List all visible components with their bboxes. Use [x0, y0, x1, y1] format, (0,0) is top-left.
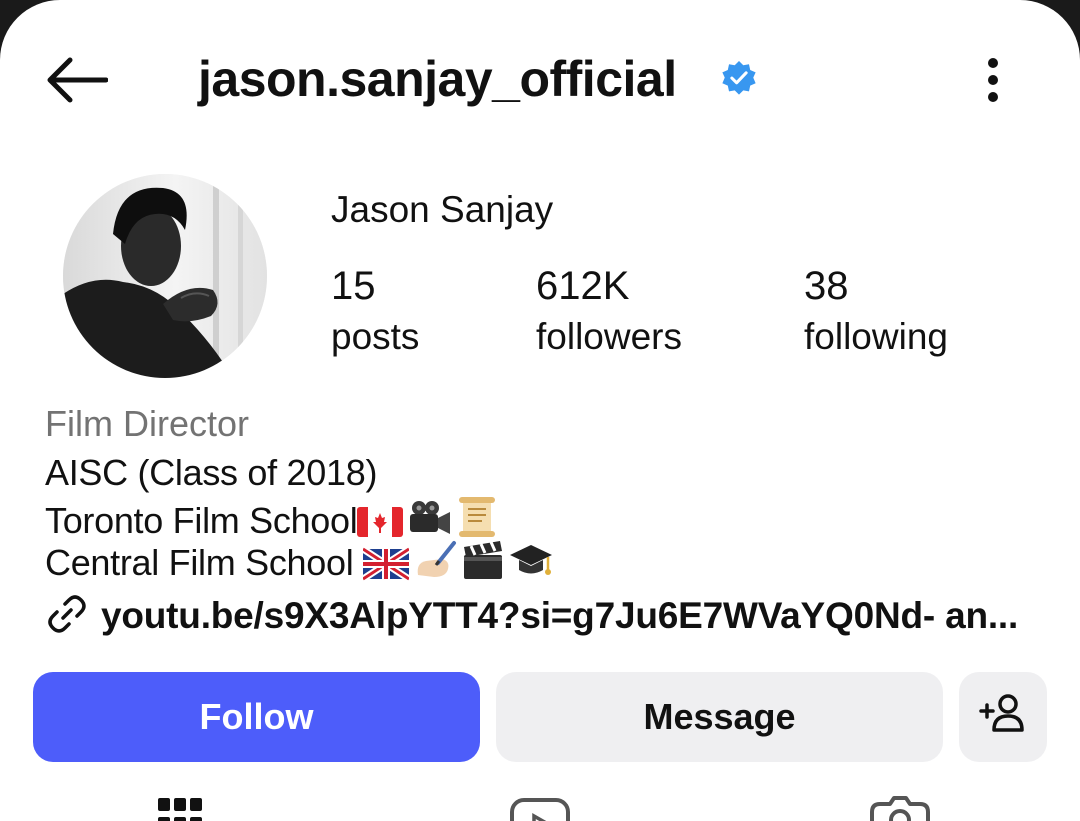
tagged-icon [868, 790, 932, 821]
profile-link[interactable]: youtu.be/s9X3AlpYTT4?si=g7Ju6E7WVaYQ0Nd-… [45, 592, 1018, 640]
profile-display-name: Jason Sanjay [331, 189, 554, 230]
graduation-cap-icon [508, 541, 554, 591]
reels-icon [508, 790, 572, 821]
uk-flag-icon [361, 546, 412, 591]
stat-followers-label: followers [536, 316, 682, 357]
tab-reels[interactable] [505, 790, 575, 821]
clapper-board-icon [461, 539, 505, 591]
writing-hand-icon [412, 539, 458, 591]
more-options-icon[interactable] [970, 50, 1016, 110]
profile-avatar[interactable] [63, 174, 267, 378]
add-person-button[interactable] [959, 672, 1047, 762]
bio-line-text: Toronto Film School [45, 500, 358, 541]
tab-tagged[interactable] [865, 790, 935, 821]
tab-grid[interactable] [145, 790, 215, 821]
message-button[interactable]: Message [496, 672, 943, 762]
add-person-icon [978, 693, 1028, 742]
profile-screen: jason.sanjay_official Jason Sanjay 15 po… [0, 0, 1080, 821]
stat-posts[interactable]: 15 posts [331, 262, 419, 360]
bio-line: AISC (Class of 2018) [45, 451, 377, 495]
grid-icon [152, 790, 208, 821]
stat-posts-label: posts [331, 316, 420, 357]
stat-followers-count: 612K [536, 264, 630, 308]
link-icon [45, 592, 89, 641]
profile-username: jason.sanjay_official [198, 51, 677, 107]
stat-followers[interactable]: 612K followers [536, 262, 682, 360]
stat-posts-count: 15 [331, 264, 376, 308]
stat-following-label: following [804, 316, 948, 357]
bio-line: Central Film School [45, 539, 557, 591]
bio-line-text: Central Film School [45, 542, 364, 583]
back-arrow-icon[interactable] [40, 50, 112, 110]
stat-following-count: 38 [804, 264, 849, 308]
follow-button[interactable]: Follow [33, 672, 480, 762]
profile-link-text: youtu.be/s9X3AlpYTT4?si=g7Ju6E7WVaYQ0Nd-… [101, 595, 1019, 636]
stat-following[interactable]: 38 following [804, 262, 948, 360]
verified-badge-icon [720, 60, 758, 98]
bio-line-text: AISC (Class of 2018) [45, 452, 378, 493]
profile-category: Film Director [45, 403, 249, 444]
